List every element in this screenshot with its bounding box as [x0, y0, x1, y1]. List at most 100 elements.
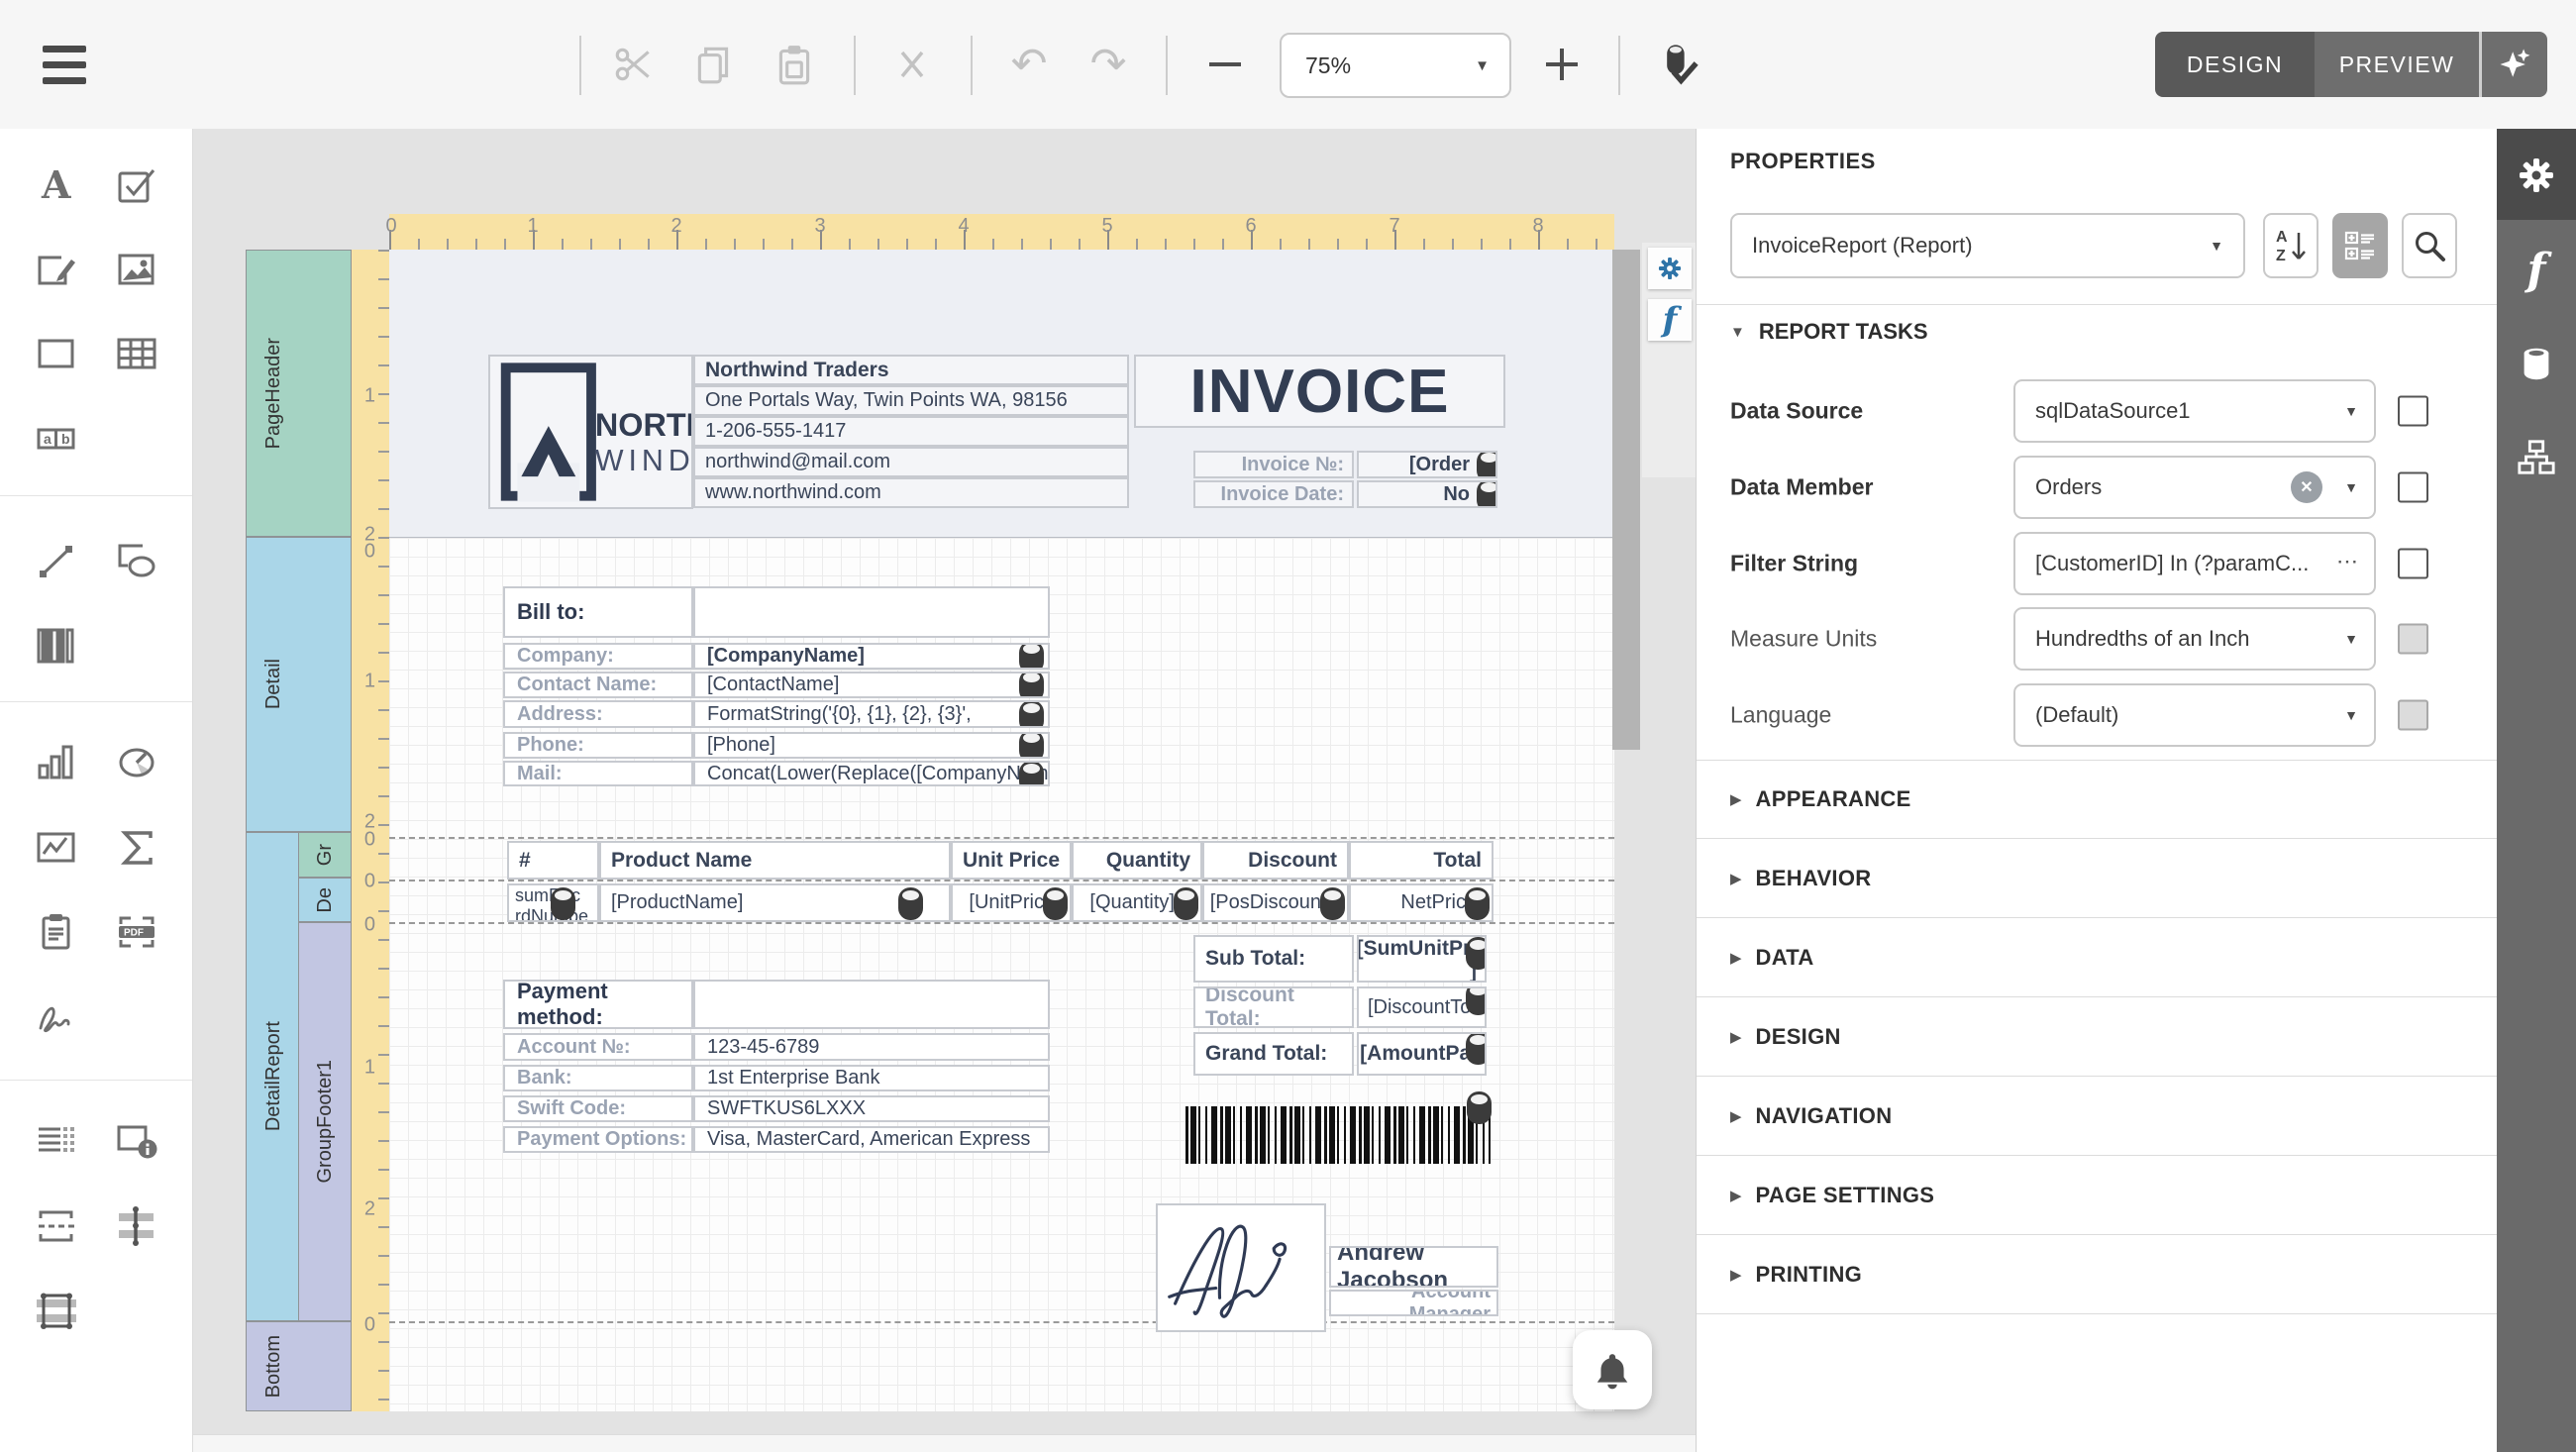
barcode-tool[interactable]	[33, 622, 80, 670]
copy-button[interactable]	[689, 40, 739, 89]
data-source-marker-checkbox[interactable]	[2398, 396, 2428, 427]
payment-method-header[interactable]: Payment method:	[503, 980, 693, 1029]
data-member-marker-checkbox[interactable]	[2398, 472, 2428, 503]
ai-assistant-button[interactable]	[2482, 32, 2547, 97]
zoom-select[interactable]: 75% ▼	[1280, 33, 1511, 98]
field-list-tab-button[interactable]	[2497, 329, 2576, 398]
band-detail1[interactable]: De	[298, 878, 352, 922]
pdf-content-tool[interactable]: PDF	[113, 908, 160, 956]
band-bottom[interactable]: Bottom	[246, 1321, 352, 1411]
signature-picture-box[interactable]	[1156, 1203, 1326, 1332]
bill-to-header-empty-cell[interactable]	[693, 586, 1050, 638]
bill-to-row-label[interactable]: Address:	[503, 700, 693, 728]
payment-row-value[interactable]: 1st Enterprise Bank	[693, 1065, 1050, 1091]
section-behavior[interactable]: ▶ BEHAVIOR	[1697, 839, 2498, 918]
invoice-date-label[interactable]: Invoice Date:	[1193, 480, 1354, 508]
items-header-quantity[interactable]: Quantity	[1072, 841, 1202, 880]
richtext-tool[interactable]	[33, 246, 80, 293]
search-properties-button[interactable]	[2402, 213, 2457, 278]
band-page-header[interactable]: PageHeader	[246, 250, 352, 537]
grand-total-value[interactable]: [AmountPai	[1357, 1032, 1487, 1076]
bill-to-row-value[interactable]: FormatString('{0}, {1}, {2}, {3}', [Addr…	[693, 700, 1050, 728]
items-detail-unit-price[interactable]: [UnitPric	[951, 883, 1072, 922]
page-break-tool[interactable]	[33, 1202, 80, 1250]
section-appearance[interactable]: ▶ APPEARANCE	[1697, 760, 2498, 839]
shape-tool[interactable]	[113, 538, 160, 585]
report-tasks-smart-tag-button[interactable]	[1648, 248, 1692, 289]
payment-row-value[interactable]: 123-45-6789	[693, 1033, 1050, 1061]
preview-tab[interactable]: PREVIEW	[2315, 32, 2479, 97]
undo-button[interactable]: ↶	[1004, 40, 1054, 89]
data-source-select[interactable]: sqlDataSource1 ▼	[2013, 379, 2376, 443]
payment-row-label[interactable]: Swift Code:	[503, 1095, 693, 1122]
zoom-in-button[interactable]	[1537, 40, 1587, 89]
table-of-contents-tool[interactable]	[33, 1117, 80, 1165]
sort-alphabetical-button[interactable]: AZ	[2263, 213, 2318, 278]
signature-tool[interactable]	[33, 994, 80, 1042]
section-page-settings[interactable]: ▶ PAGE SETTINGS	[1697, 1156, 2498, 1235]
payment-row-label[interactable]: Account №:	[503, 1033, 693, 1061]
cut-button[interactable]	[609, 40, 659, 89]
logo-picture-box[interactable]: NORTH WIND	[488, 355, 693, 509]
clear-value-icon[interactable]: ✕	[2291, 471, 2322, 503]
summary-tool[interactable]	[113, 824, 160, 872]
data-member-select[interactable]: Orders ✕ ▼	[2013, 456, 2376, 519]
report-page[interactable]: NORTH WIND Northwind Traders One Portals…	[389, 250, 1614, 1411]
items-header-product[interactable]: Product Name	[599, 841, 951, 880]
payment-row-label[interactable]: Bank:	[503, 1065, 693, 1091]
grouped-view-button[interactable]	[2332, 213, 2388, 278]
payment-row-value[interactable]: Visa, MasterCard, American Express	[693, 1126, 1050, 1153]
invoice-title-label[interactable]: INVOICE	[1134, 355, 1505, 428]
filter-string-marker-checkbox[interactable]	[2398, 549, 2428, 579]
discount-total-label[interactable]: Discount Total:	[1193, 986, 1354, 1028]
filter-string-input[interactable]: [CustomerID] In (?paramC... ⋯	[2013, 532, 2376, 595]
horizontal-ruler[interactable]: 0 1 2 3 4 5 6 7 8	[389, 214, 1614, 250]
company-phone-label[interactable]: 1-206-555-1417	[693, 416, 1129, 447]
invoice-date-value[interactable]: No	[1357, 480, 1497, 508]
language-marker-checkbox[interactable]	[2398, 700, 2428, 731]
design-tab[interactable]: DESIGN	[2155, 32, 2315, 97]
table-tool[interactable]	[113, 330, 160, 377]
bill-to-row-label[interactable]: Company:	[503, 643, 693, 670]
barcode-control[interactable]	[1185, 1106, 1491, 1164]
section-navigation[interactable]: ▶ NAVIGATION	[1697, 1077, 2498, 1156]
page-info-tool[interactable]	[113, 1117, 160, 1165]
label-tool[interactable]: A	[33, 161, 80, 209]
subtotal-label[interactable]: Sub Total:	[1193, 935, 1354, 983]
band-group-header[interactable]: Gr	[298, 832, 352, 878]
band-group-footer[interactable]: GroupFooter1	[298, 922, 352, 1321]
subreport-tool[interactable]	[33, 908, 80, 956]
canvas-vertical-scrollbar[interactable]	[1612, 250, 1640, 750]
invoice-no-label[interactable]: Invoice №:	[1193, 451, 1354, 478]
chart-tool[interactable]	[33, 739, 80, 786]
signatory-title-label[interactable]: Account Manager	[1329, 1290, 1498, 1316]
panel-tool[interactable]	[33, 330, 80, 377]
bill-to-row-value[interactable]: Concat(Lower(Replace([CompanyName]'')), …	[693, 761, 1050, 786]
cross-band-line-tool[interactable]	[113, 1202, 160, 1250]
bill-to-row-value[interactable]: [ContactName]	[693, 672, 1050, 698]
paste-button[interactable]	[770, 40, 819, 89]
zoom-out-button[interactable]	[1200, 40, 1250, 89]
menu-button[interactable]	[40, 40, 89, 89]
items-detail-product[interactable]: [ProductName]	[599, 883, 951, 922]
grand-total-label[interactable]: Grand Total:	[1193, 1032, 1354, 1076]
section-design[interactable]: ▶ DESIGN	[1697, 997, 2498, 1077]
canvas-horizontal-scrollbar[interactable]	[193, 1434, 1696, 1452]
bill-to-row-label[interactable]: Contact Name:	[503, 672, 693, 698]
cross-band-box-tool[interactable]	[33, 1288, 80, 1335]
bill-to-row-label[interactable]: Phone:	[503, 732, 693, 759]
vertical-ruler[interactable]: 1 2 0 1 2 0 0 0 1 2 0	[352, 250, 389, 1411]
character-comb-tool[interactable]: ab	[33, 415, 80, 463]
items-detail-total[interactable]: NetPric	[1349, 883, 1494, 922]
company-website-label[interactable]: www.northwind.com	[693, 477, 1129, 508]
expressions-tab-button[interactable]: f	[2497, 235, 2576, 304]
subtotal-value[interactable]: [SumUnitPri]	[1357, 935, 1487, 983]
signatory-name-label[interactable]: Andrew Jacobson	[1329, 1246, 1498, 1288]
language-select[interactable]: (Default) ▼	[2013, 683, 2376, 747]
report-tasks-section-header[interactable]: ▼ REPORT TASKS	[1730, 319, 1928, 345]
payment-row-label[interactable]: Payment Options:	[503, 1126, 693, 1153]
notifications-button[interactable]	[1573, 1330, 1652, 1409]
invoice-no-value[interactable]: [Order	[1357, 451, 1497, 478]
payment-row-value[interactable]: SWFTKUS6LXXX	[693, 1095, 1050, 1122]
company-address-label[interactable]: One Portals Way, Twin Points WA, 98156	[693, 385, 1129, 416]
